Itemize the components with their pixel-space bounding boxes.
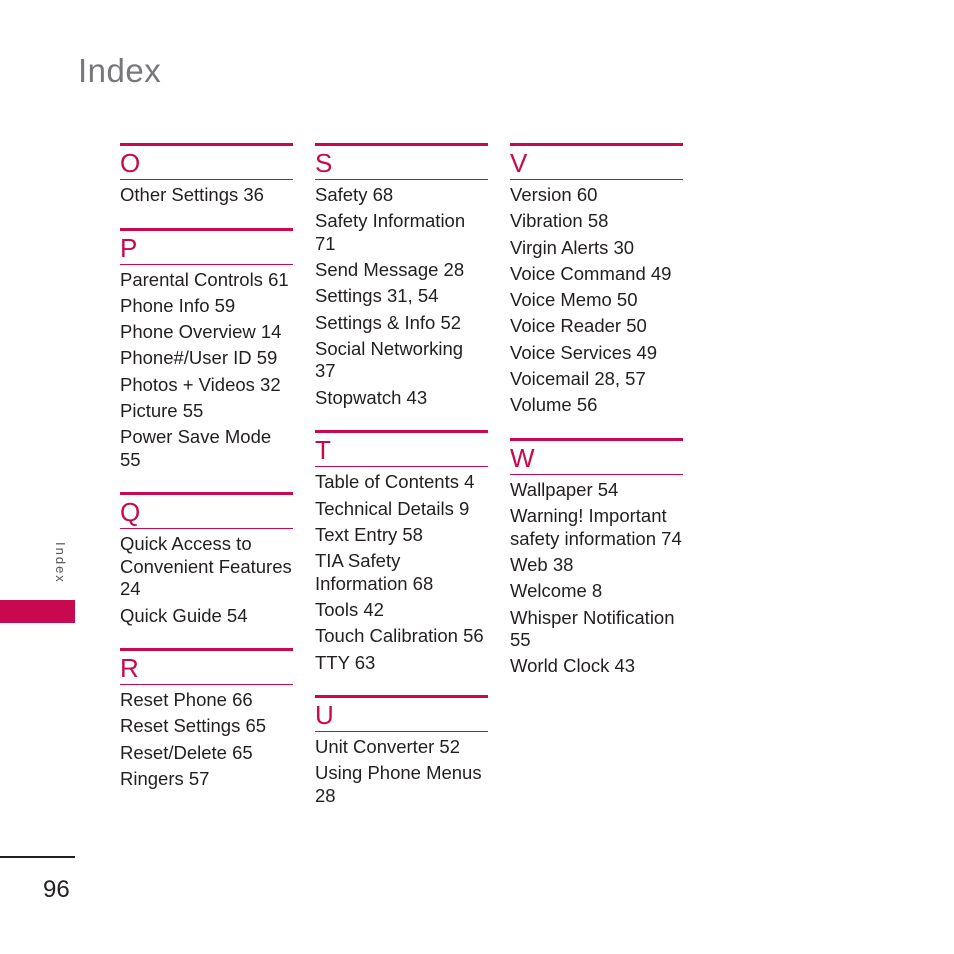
- index-entry: Warning! Important safety information 74: [510, 505, 682, 549]
- index-section-q: Q Quick Access to Convenient Features 24 Q…: [120, 492, 293, 627]
- index-section-w: W Wallpaper 54 Warning! Important safety i…: [510, 437, 683, 678]
- section-letter: S: [315, 148, 333, 178]
- index-entry: Version 60: [510, 184, 598, 205]
- section-letter: P: [120, 232, 138, 263]
- entry-list: Safety 68 Safety Information 71 Send Messa…: [315, 184, 488, 409]
- section-letter: V: [510, 148, 528, 178]
- index-entry: Safety Information 71: [315, 210, 466, 254]
- page-title: Index: [78, 52, 162, 89]
- index-entry: Voice Command 49: [510, 262, 672, 284]
- index-entry: Power Save Mode 55: [120, 426, 272, 470]
- section-header: S: [315, 143, 488, 180]
- index-entry: Wallpaper 54: [510, 478, 619, 500]
- index-section-p: P Parental Controls 61 Phone Info 59 Phone …: [120, 227, 293, 472]
- index-entry: Social Networking 37: [315, 337, 464, 382]
- section-header: O: [120, 143, 293, 180]
- index-entry: Quick Guide 54: [120, 604, 248, 626]
- entry-list: Reset Phone 66 Reset Settings 65 Reset/Del…: [120, 689, 293, 790]
- index-entry: World Clock 43: [510, 655, 636, 677]
- index-entry: Settings 31, 54: [315, 285, 439, 307]
- index-section-v: V Version 60 Vibration 58 Virgin Alerts 30 V…: [510, 143, 683, 417]
- section-letter: T: [315, 435, 331, 466]
- section-header: R: [120, 648, 293, 686]
- index-entry: Voice Services 49: [510, 341, 658, 363]
- index-section-o: O Other Settings 36: [120, 143, 293, 207]
- index-entry: Phone Overview 14: [120, 321, 282, 343]
- index-entry: Phone Info 59: [120, 294, 236, 316]
- entry-list: Table of Contents 4 Technical Details 9 Te…: [315, 471, 488, 674]
- index-entry: TIA Safety Information 68: [315, 550, 434, 594]
- index-entry: Reset Phone 66: [120, 689, 253, 711]
- index-entry: Unit Converter 52: [315, 736, 460, 758]
- index-entry: Using Phone Menus 28: [315, 762, 482, 806]
- index-section-s: S Safety 68 Safety Information 71 Send Mess…: [315, 143, 488, 409]
- index-entry: Text Entry 58: [315, 523, 423, 545]
- section-header: U: [315, 695, 488, 733]
- index-entry: Voice Reader 50: [510, 315, 647, 337]
- entry-list: Wallpaper 54 Warning! Important safety in…: [510, 479, 683, 678]
- index-entry: Phone#/User ID 59: [120, 347, 278, 369]
- page-number: 96: [43, 876, 70, 903]
- index-entry: Technical Details 9: [315, 497, 470, 519]
- section-letter: W: [510, 442, 535, 473]
- index-entry: Stopwatch 43: [315, 386, 428, 408]
- entry-list: Version 60 Vibration 58 Virgin Alerts 30 Vo…: [510, 184, 683, 417]
- index-column-3: V Version 60 Vibration 58 Virgin Alerts 30 V…: [510, 143, 683, 699]
- index-entry: Tools 42: [315, 598, 384, 620]
- index-entry: Virgin Alerts 30: [510, 236, 635, 258]
- index-entry: Voice Memo 50: [510, 289, 638, 311]
- index-entry: Table of Contents 4: [315, 471, 475, 493]
- index-entry: Other Settings 36: [120, 184, 264, 205]
- index-entry: Parental Controls 61: [120, 268, 289, 290]
- section-letter: U: [315, 700, 334, 731]
- index-entry: Photos + Videos 32: [120, 373, 281, 395]
- side-section-label: Index: [53, 542, 68, 584]
- index-entry: Settings & Info 52: [315, 311, 462, 333]
- index-section-t: T Table of Contents 4 Technical Details 9T…: [315, 430, 488, 674]
- index-entry: Voicemail 28, 57: [510, 368, 646, 390]
- entry-list: Unit Converter 52 Using Phone Menus 28: [315, 736, 488, 807]
- entry-list: Other Settings 36: [120, 184, 293, 207]
- index-entry: Reset/Delete 65: [120, 741, 253, 763]
- index-entry: Web 38: [510, 553, 574, 575]
- section-header: V: [510, 143, 683, 180]
- section-letter: Q: [120, 497, 141, 528]
- index-entry: Picture 55: [120, 399, 204, 421]
- index-entry: Quick Access to Convenient Features 24: [120, 533, 292, 600]
- index-entry: Vibration 58: [510, 210, 609, 232]
- index-entry: Ringers 57: [120, 767, 210, 789]
- index-entry: Volume 56: [510, 394, 598, 416]
- index-entry: Send Message 28: [315, 259, 465, 281]
- entry-list: Parental Controls 61 Phone Info 59 Phone O…: [120, 269, 293, 472]
- index-column-2: S Safety 68 Safety Information 71 Send Mess…: [315, 143, 488, 828]
- footer-divider: [0, 856, 75, 858]
- index-entry: Touch Calibration 56: [315, 625, 484, 647]
- index-section-u: U Unit Converter 52 Using Phone Menus 28: [315, 695, 488, 807]
- section-header: T: [315, 430, 488, 468]
- index-section-r: R Reset Phone 66 Reset Settings 65 Reset/De…: [120, 648, 293, 790]
- index-entry: Welcome 8: [510, 580, 603, 602]
- index-entry: Safety 68: [315, 184, 394, 205]
- section-header: P: [120, 227, 293, 265]
- index-entry: Reset Settings 65: [120, 715, 267, 737]
- index-entry: TTY 63: [315, 651, 376, 673]
- index-entry: Whisper Notification 55: [510, 606, 675, 651]
- section-letter: R: [120, 653, 139, 684]
- index-column-1: O Other Settings 36 P Parental Controls 61 P…: [120, 143, 293, 811]
- side-section-tab: [0, 600, 75, 623]
- entry-list: Quick Access to Convenient Features 24 Qu…: [120, 533, 293, 627]
- section-letter: O: [120, 148, 141, 178]
- section-header: W: [510, 437, 683, 475]
- section-header: Q: [120, 492, 293, 530]
